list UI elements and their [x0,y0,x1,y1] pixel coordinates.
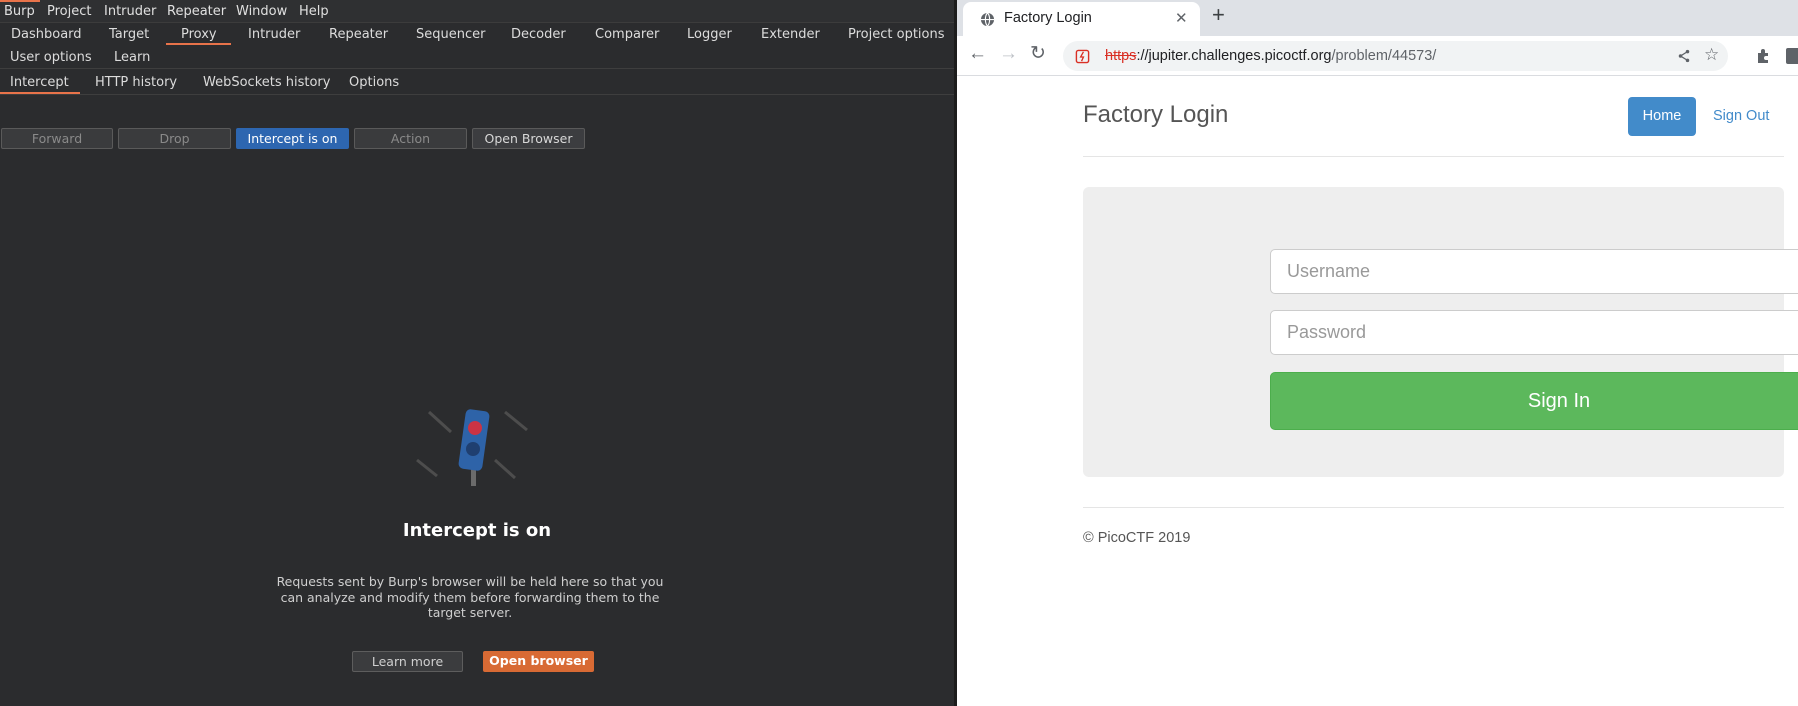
intercept-toggle-button[interactable]: Intercept is on [236,128,349,149]
username-input[interactable]: Username [1270,249,1798,294]
tab-sequencer[interactable]: Sequencer [416,27,485,42]
subtab-options[interactable]: Options [349,75,399,90]
not-secure-icon [1075,49,1090,64]
tab-strip: Factory Login ✕ + [957,0,1798,36]
intercept-description: Requests sent by Burp's browser will be … [276,574,664,620]
subtab-intercept-underline [0,92,80,94]
address-bar[interactable]: https://jupiter.challenges.picoctf.org/p… [1063,41,1728,71]
menu-project[interactable]: Project [47,4,91,19]
header-divider [1083,156,1784,157]
footer-copyright: © PicoCTF 2019 [1083,530,1191,546]
tab-user-options[interactable]: User options [10,50,92,65]
tab-repeater[interactable]: Repeater [329,27,388,42]
login-panel: Username Password Sign In [1083,187,1798,477]
tab-extender[interactable]: Extender [761,27,820,42]
subtab-http-history[interactable]: HTTP history [95,75,177,90]
browser-toolbar: ← → ↻ https://jupiter.challenges.picoctf… [957,36,1798,76]
traffic-light-icon [416,409,528,486]
proxy-sub-tabs: Intercept HTTP history WebSockets histor… [0,70,954,95]
browser-tab[interactable]: Factory Login ✕ [963,2,1200,36]
tab-title: Factory Login [1004,10,1092,26]
tab-learn[interactable]: Learn [114,50,150,65]
sign-in-button[interactable]: Sign In [1270,372,1798,430]
tab-comparer[interactable]: Comparer [595,27,659,42]
password-input[interactable]: Password [1270,310,1798,355]
sign-out-link[interactable]: Sign Out [1713,108,1769,124]
main-tabs: Dashboard Target Proxy Intruder Repeater… [0,23,954,69]
forward-button[interactable]: Forward [1,128,113,149]
drop-button[interactable]: Drop [118,128,231,149]
globe-icon [980,12,995,27]
open-browser-button[interactable]: Open browser [483,651,594,672]
subtab-intercept[interactable]: Intercept [10,75,69,90]
tab-decoder[interactable]: Decoder [511,27,566,42]
reload-icon[interactable]: ↻ [1030,44,1046,63]
footer-divider [1083,507,1784,508]
tab-target[interactable]: Target [109,27,149,42]
browser-window: Factory Login ✕ + ← → ↻ https://jupiter.… [957,0,1798,706]
forward-arrow-icon[interactable]: → [999,44,1018,63]
bookmark-star-icon[interactable]: ☆ [1704,46,1719,63]
tab-project-options[interactable]: Project options [848,27,945,42]
url-host: ://jupiter.challenges.picoctf.org [1136,48,1332,64]
burp-menubar: Burp Project Intruder Repeater Window He… [0,0,954,23]
active-menu-indicator [0,0,40,2]
new-tab-icon[interactable]: + [1212,4,1225,26]
intercept-status-title: Intercept is on [402,520,552,541]
burp-window: Burp Project Intruder Repeater Window He… [0,0,954,706]
back-arrow-icon[interactable]: ← [968,44,987,63]
url-text: https://jupiter.challenges.picoctf.org/p… [1105,48,1436,64]
home-button[interactable]: Home [1628,97,1696,136]
share-icon[interactable] [1677,49,1691,63]
menu-burp[interactable]: Burp [4,4,35,19]
subtab-websockets-history[interactable]: WebSockets history [203,75,330,90]
close-tab-icon[interactable]: ✕ [1175,11,1188,27]
menu-repeater[interactable]: Repeater [167,4,226,19]
extensions-puzzle-icon[interactable] [1755,48,1771,64]
tab-logger[interactable]: Logger [687,27,732,42]
menu-window[interactable]: Window [236,4,287,19]
url-scheme: https [1105,48,1137,64]
open-browser-toolbar-button[interactable]: Open Browser [472,128,585,149]
menu-intruder[interactable]: Intruder [104,4,156,19]
tab-intruder[interactable]: Intruder [248,27,300,42]
learn-more-button[interactable]: Learn more [352,651,463,672]
url-path: /problem/44573/ [1331,48,1437,64]
action-button[interactable]: Action [354,128,467,149]
tab-proxy-underline [166,43,231,45]
menu-help[interactable]: Help [299,4,329,19]
tab-dashboard[interactable]: Dashboard [11,27,82,42]
tab-proxy[interactable]: Proxy [181,27,217,42]
page-title: Factory Login [1083,101,1229,128]
profile-avatar[interactable] [1786,48,1798,64]
